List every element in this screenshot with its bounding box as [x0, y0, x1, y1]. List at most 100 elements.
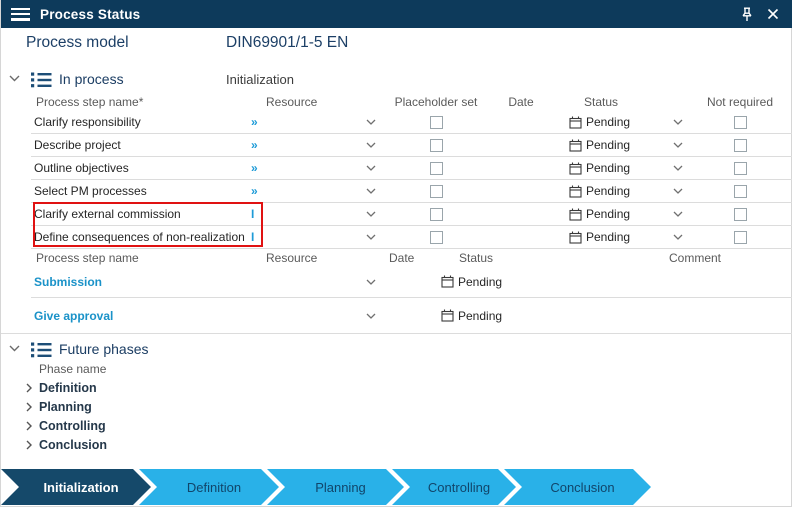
chevron-down-icon[interactable] — [673, 234, 683, 240]
status-dropdown[interactable]: Pending — [556, 207, 701, 221]
chevron-down-icon[interactable] — [673, 165, 683, 171]
calendar-icon — [441, 309, 454, 322]
chevron-right-icon[interactable] — [19, 440, 39, 450]
placeholder-checkbox[interactable] — [429, 184, 443, 198]
placeholder-checkbox[interactable] — [429, 115, 443, 129]
chevron-down-icon[interactable] — [366, 313, 376, 319]
not-required-checkbox[interactable] — [733, 184, 747, 198]
status-field[interactable]: Pending — [441, 275, 666, 289]
title-bar: Process Status — [1, 0, 792, 28]
chevron-right-icon[interactable] — [19, 421, 39, 431]
placeholder-checkbox[interactable] — [429, 138, 443, 152]
list-icon — [31, 342, 52, 358]
phase-arrow-controlling[interactable]: Controlling — [392, 469, 516, 505]
process-model-label: Process model — [26, 34, 129, 51]
chevron-down-icon[interactable] — [366, 142, 376, 148]
phase-tree-item[interactable]: Conclusion — [19, 435, 107, 454]
calendar-icon — [569, 208, 582, 221]
phase-tree-item[interactable]: Definition — [19, 378, 107, 397]
phase-arrow-definition[interactable]: Definition — [139, 469, 279, 505]
future-phases-list: Definition Planning Controlling Conclusi… — [19, 378, 107, 454]
col-header-phase-name: Phase name — [39, 362, 107, 376]
table-row-highlighted: Define consequences of non-realization I… — [31, 226, 792, 249]
resource-dropdown[interactable] — [249, 279, 386, 285]
in-process-title: In process — [59, 71, 124, 87]
not-required-checkbox[interactable] — [733, 115, 747, 129]
resource-dropdown[interactable]: I — [249, 230, 386, 244]
chevron-down-icon[interactable] — [366, 279, 376, 285]
phase-tree-item[interactable]: Controlling — [19, 416, 107, 435]
resource-dropdown[interactable] — [249, 313, 386, 319]
future-phases-title: Future phases — [59, 341, 149, 357]
col-header-date: Date — [389, 251, 415, 265]
not-required-checkbox[interactable] — [733, 161, 747, 175]
chevron-down-icon[interactable] — [673, 142, 683, 148]
col-header-process-step-name: Process step name — [36, 251, 139, 265]
placeholder-checkbox[interactable] — [429, 207, 443, 221]
pin-icon[interactable] — [739, 6, 755, 22]
resource-dropdown[interactable]: » — [249, 161, 386, 175]
process-steps-table: Process step name* Resource Placeholder … — [31, 93, 792, 249]
resource-dropdown[interactable]: » — [249, 138, 386, 152]
col-header-resource: Resource — [266, 95, 318, 109]
table-row-highlighted: Clarify external commission I Pending — [31, 203, 792, 226]
phase-arrow-initialization[interactable]: Initialization — [1, 469, 151, 505]
status-dropdown[interactable]: Pending — [556, 115, 701, 129]
status-dropdown[interactable]: Pending — [556, 230, 701, 244]
chevron-right-icon[interactable] — [19, 383, 39, 393]
process-model-value: DIN69901/1-5 EN — [226, 34, 349, 51]
status-value: Pending — [586, 161, 631, 175]
status-value: Pending — [586, 184, 631, 198]
chevron-down-icon[interactable] — [673, 211, 683, 217]
table-header-row: Process step name Resource Date Status C… — [31, 250, 792, 266]
placeholder-checkbox[interactable] — [429, 230, 443, 244]
col-header-status: Status — [459, 251, 494, 265]
col-header-status: Status — [584, 95, 619, 109]
in-process-phase: Initialization — [226, 72, 294, 87]
phase-arrow-planning[interactable]: Planning — [267, 469, 404, 505]
calendar-icon — [569, 185, 582, 198]
table-header-row: Process step name* Resource Placeholder … — [31, 93, 792, 111]
chevron-right-icon[interactable] — [19, 402, 39, 412]
resource-dropdown[interactable]: » — [249, 115, 386, 129]
step-name: Describe project — [34, 138, 121, 152]
menu-icon[interactable] — [11, 7, 30, 21]
submission-link[interactable]: Submission — [31, 275, 249, 289]
status-field[interactable]: Pending — [441, 309, 666, 323]
status-dropdown[interactable]: Pending — [556, 138, 701, 152]
not-required-checkbox[interactable] — [733, 138, 747, 152]
phase-name: Controlling — [39, 418, 106, 433]
status-dropdown[interactable]: Pending — [556, 184, 701, 198]
collapse-chevron-icon[interactable] — [9, 345, 20, 352]
table-row: Select PM processes » Pending — [31, 180, 792, 203]
close-icon[interactable] — [765, 6, 781, 22]
placeholder-checkbox[interactable] — [429, 161, 443, 175]
status-value: Pending — [586, 138, 631, 152]
resource-mark: » — [251, 115, 258, 129]
resource-dropdown[interactable]: I — [249, 207, 386, 221]
chevron-down-icon[interactable] — [366, 119, 376, 125]
chevron-down-icon[interactable] — [366, 211, 376, 217]
resource-mark: I — [251, 230, 255, 244]
future-phases-section-header: Future phases — [1, 340, 792, 360]
section-divider — [1, 333, 792, 334]
calendar-icon — [569, 231, 582, 244]
not-required-checkbox[interactable] — [733, 230, 747, 244]
table-row: Clarify responsibility » Pending — [31, 111, 792, 134]
chevron-down-icon[interactable] — [366, 165, 376, 171]
resource-dropdown[interactable]: » — [249, 184, 386, 198]
table-row: Give approval Pending — [31, 298, 792, 333]
status-dropdown[interactable]: Pending — [556, 161, 701, 175]
step-name: Outline objectives — [34, 161, 129, 175]
chevron-down-icon[interactable] — [673, 119, 683, 125]
collapse-chevron-icon[interactable] — [9, 75, 20, 82]
give-approval-link[interactable]: Give approval — [31, 309, 249, 323]
chevron-down-icon[interactable] — [366, 234, 376, 240]
chevron-down-icon[interactable] — [673, 188, 683, 194]
phase-name: Conclusion — [39, 437, 108, 452]
phase-tree-item[interactable]: Planning — [19, 397, 107, 416]
resource-mark: » — [251, 184, 258, 198]
not-required-checkbox[interactable] — [733, 207, 747, 221]
phase-arrow-conclusion[interactable]: Conclusion — [504, 469, 651, 505]
chevron-down-icon[interactable] — [366, 188, 376, 194]
